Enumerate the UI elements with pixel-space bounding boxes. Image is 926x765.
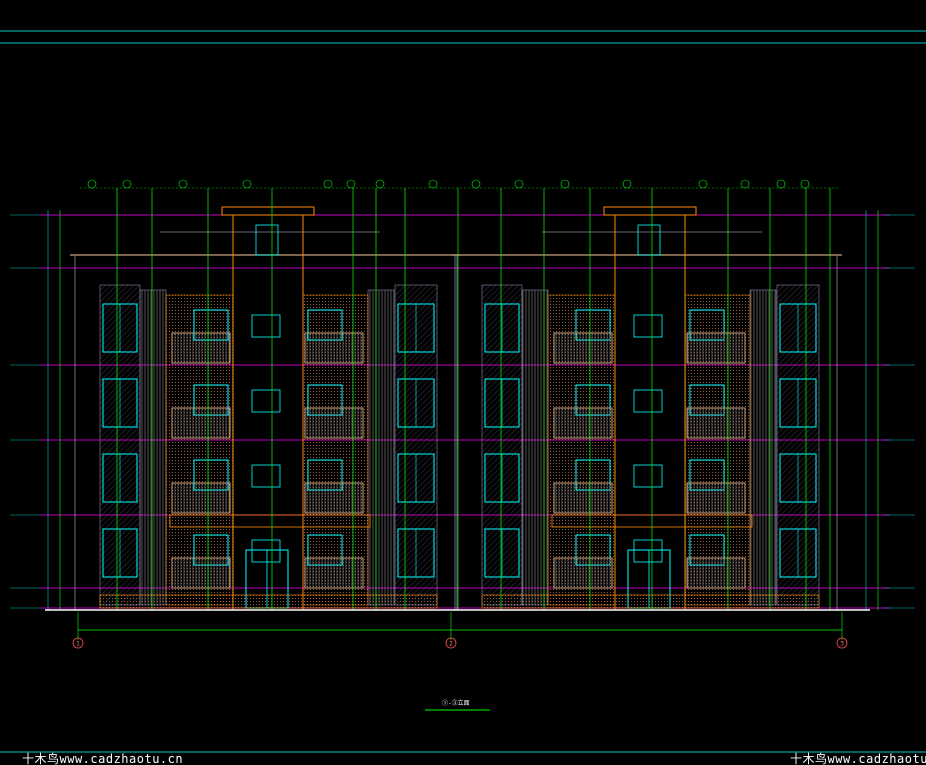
drawing-title: ①-③立面 (442, 700, 470, 707)
unit-2-floor-2-balcony-right (686, 407, 746, 439)
unit-2-floor-2-balcony-left (553, 407, 613, 439)
unit-2-floor-1-balcony-left (553, 332, 613, 364)
unit-2-tower-cap (603, 206, 697, 216)
unit-1-floor-1-balcony-left (171, 332, 231, 364)
axis-tag-14 (776, 179, 786, 189)
elevation-drawing: 1 2 3 (0, 30, 926, 753)
unit-1-floor-4-balcony-left (171, 557, 231, 589)
axis-tag-2 (178, 179, 188, 189)
unit-1-pilaster-right (367, 289, 395, 606)
unit-2-floor-4-balcony-right (686, 557, 746, 589)
axis-tag-4 (323, 179, 333, 189)
unit-2-floor-1-balcony-right (686, 332, 746, 364)
watermark-right: 十木鸟www.cadzhaotu. (790, 752, 926, 765)
axis-tag-10 (560, 179, 570, 189)
axis-tag-9 (514, 179, 524, 189)
unit-2-floor-2-stair-window (633, 389, 663, 413)
unit-1-floor-3-balcony-left (171, 482, 231, 514)
unit-1-floor-2-balcony-left (171, 407, 231, 439)
unit-1-floor-4-stair-window (251, 539, 281, 563)
axis-tag-15 (800, 179, 810, 189)
unit-1-floor-2-stair-window (251, 389, 281, 413)
axis-tag-7 (428, 179, 438, 189)
unit-2-floor-3-balcony-left (553, 482, 613, 514)
unit-2-tower-vent (637, 224, 661, 256)
unit-2-floor-4-stair-window (633, 539, 663, 563)
unit-1-floor-1-stair-window (251, 314, 281, 338)
unit-1-stair-tower (232, 214, 304, 611)
axis-label-1: 1 (76, 641, 80, 648)
axis-tag-5 (346, 179, 356, 189)
unit-1-tower-cap (221, 206, 315, 216)
unit-2-floor-3-stair-window (633, 464, 663, 488)
unit-1-pilaster-left (139, 289, 167, 606)
unit-1-floor-3-stair-window (251, 464, 281, 488)
unit-2-floor-3-balcony-right (686, 482, 746, 514)
axis-tag-1 (122, 179, 132, 189)
axis-label-3: 3 (840, 641, 844, 648)
axis-label-2: 2 (449, 641, 453, 648)
axis-tag-3 (242, 179, 252, 189)
axis-tag-11 (622, 179, 632, 189)
unit-2-floor-1-stair-window (633, 314, 663, 338)
unit-1-floor-1-balcony-right (304, 332, 364, 364)
building-elevation (10, 179, 915, 640)
axis-tag-13 (740, 179, 750, 189)
watermark-left: 十木鸟www.cadzhaotu.cn (22, 752, 184, 765)
axis-tag-12 (698, 179, 708, 189)
axis-tag-8 (471, 179, 481, 189)
unit-1-floor-4-balcony-right (304, 557, 364, 589)
unit-1-tower-vent (255, 224, 279, 256)
unit-1-floor-2-balcony-right (304, 407, 364, 439)
unit-2-pilaster-right (749, 289, 777, 606)
unit-2-base-band (481, 594, 820, 609)
unit-1-base-band (99, 594, 438, 609)
unit-2-floor-4-balcony-left (553, 557, 613, 589)
cad-drawing-canvas: 1 2 3 ①-③立面 十木鸟www.cadzhaotu.cn 十木鸟www.c… (0, 0, 926, 765)
axis-tag-6 (375, 179, 385, 189)
unit-1-floor-3-balcony-right (304, 482, 364, 514)
unit-2-stair-tower (614, 214, 686, 611)
axis-tag-0 (87, 179, 97, 189)
